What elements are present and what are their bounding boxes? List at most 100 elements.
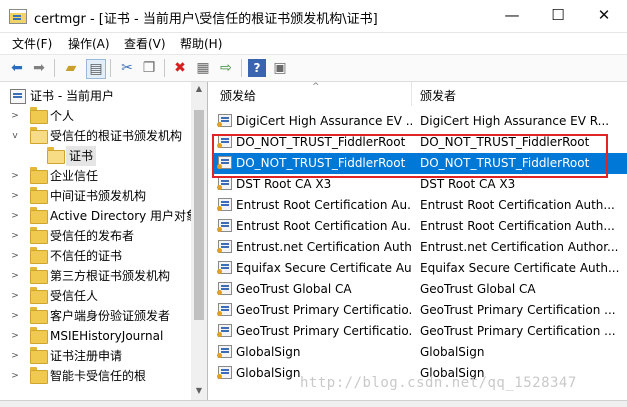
menu-view[interactable]: 查看(V) xyxy=(124,35,166,52)
highlight-box xyxy=(212,134,608,178)
back-arrow-icon[interactable]: ⬅ xyxy=(8,59,26,77)
cell-issued-by: GeoTrust Primary Certification ... xyxy=(420,303,616,317)
table-row[interactable]: DigiCert High Assurance EV ... DigiCert H… xyxy=(212,111,627,132)
menu-file[interactable]: 文件(F) xyxy=(12,35,52,52)
menu-action[interactable]: 操作(A) xyxy=(68,35,110,52)
cell-issued-to: Entrust.net Certification Auth... xyxy=(236,240,412,254)
cell-issued-to: GeoTrust Primary Certificatio... xyxy=(236,324,412,338)
cell-issued-by: Entrust.net Certification Author... xyxy=(420,240,619,254)
cell-issued-by: Entrust Root Certification Auth... xyxy=(420,198,615,212)
cell-issued-to: Entrust Root Certification Au... xyxy=(236,219,412,233)
folder-icon xyxy=(30,347,48,364)
table-row[interactable]: Equifax Secure Certificate Au... Equifax … xyxy=(212,258,627,279)
cell-issued-by: GlobalSign xyxy=(420,345,485,359)
maximize-button[interactable]: ☐ xyxy=(535,0,581,32)
watermark-text: http://blog.csdn.net/qq_1528347 xyxy=(300,375,577,391)
chevron-right-icon[interactable]: > xyxy=(10,206,20,226)
cell-issued-to: Entrust Root Certification Au... xyxy=(236,198,412,212)
certificate-icon xyxy=(217,114,232,127)
folder-icon xyxy=(30,167,48,184)
help-icon[interactable]: ? xyxy=(248,59,266,77)
chevron-right-icon[interactable]: > xyxy=(10,306,20,326)
menu-help[interactable]: 帮助(H) xyxy=(180,35,222,52)
folder-icon xyxy=(30,207,48,224)
chevron-right-icon[interactable]: > xyxy=(10,326,20,346)
chevron-right-icon[interactable]: > xyxy=(10,286,20,306)
table-row[interactable]: Entrust Root Certification Au... Entrust … xyxy=(212,195,627,216)
chevron-right-icon[interactable]: > xyxy=(10,106,20,126)
cell-issued-to: DigiCert High Assurance EV ... xyxy=(236,114,412,128)
certificate-icon xyxy=(217,303,232,316)
cell-issued-to: GlobalSign xyxy=(236,345,301,359)
toolbar-separator xyxy=(110,59,111,77)
certificate-icon xyxy=(217,219,232,232)
cell-issued-to: GeoTrust Global CA xyxy=(236,282,352,296)
certificate-icon xyxy=(217,366,232,379)
cell-issued-to: GeoTrust Primary Certificatio... xyxy=(236,303,412,317)
title-bar[interactable]: certmgr - [证书 - 当前用户\受信任的根证书颁发机构\证书] — ☐… xyxy=(0,0,627,33)
cut-icon[interactable]: ✂ xyxy=(118,59,136,77)
folder-icon xyxy=(30,287,48,304)
window-title: certmgr - [证书 - 当前用户\受信任的根证书颁发机构\证书] xyxy=(34,12,378,27)
cell-issued-by: Entrust Root Certification Auth... xyxy=(420,219,615,233)
column-header-issued-by[interactable]: 颁发者 xyxy=(412,82,627,106)
certificate-icon xyxy=(217,324,232,337)
tree-pane[interactable]: 证书 - 当前用户 > 个人 v 受信任的根证书颁发机构 证书 > 企业信任 >… xyxy=(0,82,208,400)
table-row[interactable]: Entrust.net Certification Auth... Entrust… xyxy=(212,237,627,258)
forward-arrow-icon[interactable]: ➡ xyxy=(30,59,48,77)
folder-open-icon xyxy=(30,127,48,144)
cell-issued-by: GeoTrust Primary Certification ... xyxy=(420,324,616,338)
chevron-right-icon[interactable]: > xyxy=(10,346,20,366)
folder-icon xyxy=(30,187,48,204)
table-row[interactable]: GeoTrust Primary Certificatio... GeoTrust… xyxy=(212,300,627,321)
delete-icon[interactable]: ✖ xyxy=(171,59,189,77)
table-row[interactable]: GeoTrust Primary Certificatio... GeoTrust… xyxy=(212,321,627,342)
chevron-right-icon[interactable]: > xyxy=(10,166,20,186)
export-list-icon[interactable]: ⇨ xyxy=(217,59,235,77)
tree-scrollbar[interactable]: ▲ ▼ xyxy=(191,82,207,400)
certificate-icon xyxy=(217,345,232,358)
properties-icon[interactable]: ▦ xyxy=(194,59,212,77)
folder-icon xyxy=(30,327,48,344)
cell-issued-by: GeoTrust Global CA xyxy=(420,282,536,296)
cell-issued-by: DigiCert High Assurance EV R... xyxy=(420,114,610,128)
folder-icon xyxy=(30,107,48,124)
folder-icon xyxy=(30,227,48,244)
tree-scrollbar-thumb[interactable] xyxy=(194,110,204,320)
toolbar-separator xyxy=(241,59,242,77)
folder-icon xyxy=(30,367,48,384)
certificate-store-icon xyxy=(10,89,26,104)
minimize-button[interactable]: — xyxy=(489,0,535,32)
certificate-icon xyxy=(217,240,232,253)
scroll-up-arrow-icon[interactable]: ▲ xyxy=(191,84,207,93)
table-row[interactable]: GlobalSign GlobalSign xyxy=(212,342,627,363)
table-row[interactable]: GeoTrust Global CA GeoTrust Global CA xyxy=(212,279,627,300)
column-header-issued-to[interactable]: ^ 颁发给 xyxy=(212,82,412,106)
certificate-icon xyxy=(217,198,232,211)
chevron-right-icon[interactable]: > xyxy=(10,186,20,206)
cell-issued-by: Equifax Secure Certificate Auth... xyxy=(420,261,620,275)
table-row[interactable]: Entrust Root Certification Au... Entrust … xyxy=(212,216,627,237)
chevron-right-icon[interactable]: > xyxy=(10,266,20,286)
close-button[interactable]: ✕ xyxy=(581,0,627,32)
certificate-icon xyxy=(217,261,232,274)
certificate-list[interactable]: ^ 颁发给 颁发者 DigiCert High Assurance EV ...… xyxy=(212,82,627,400)
certificate-icon xyxy=(217,177,232,190)
scroll-down-arrow-icon[interactable]: ▼ xyxy=(191,386,207,395)
chevron-down-icon[interactable]: v xyxy=(10,126,20,146)
certificate-icon xyxy=(217,282,232,295)
toolbar-separator xyxy=(164,59,165,77)
show-hide-tree-icon[interactable]: ▤ xyxy=(86,59,106,79)
chevron-right-icon[interactable]: > xyxy=(10,226,20,246)
folder-icon xyxy=(30,307,48,324)
cell-issued-to: Equifax Secure Certificate Au... xyxy=(236,261,412,275)
sort-ascending-icon: ^ xyxy=(312,82,320,92)
folder-icon xyxy=(30,247,48,264)
folder-open-icon xyxy=(47,147,65,164)
menu-bar: 文件(F) 操作(A) 查看(V) 帮助(H) xyxy=(0,33,627,53)
chevron-right-icon[interactable]: > xyxy=(10,246,20,266)
up-folder-icon[interactable]: ▰ xyxy=(62,59,80,77)
chevron-right-icon[interactable]: > xyxy=(10,366,20,386)
copy-icon[interactable]: ❐ xyxy=(140,59,158,77)
console-icon[interactable]: ▣ xyxy=(271,59,289,77)
